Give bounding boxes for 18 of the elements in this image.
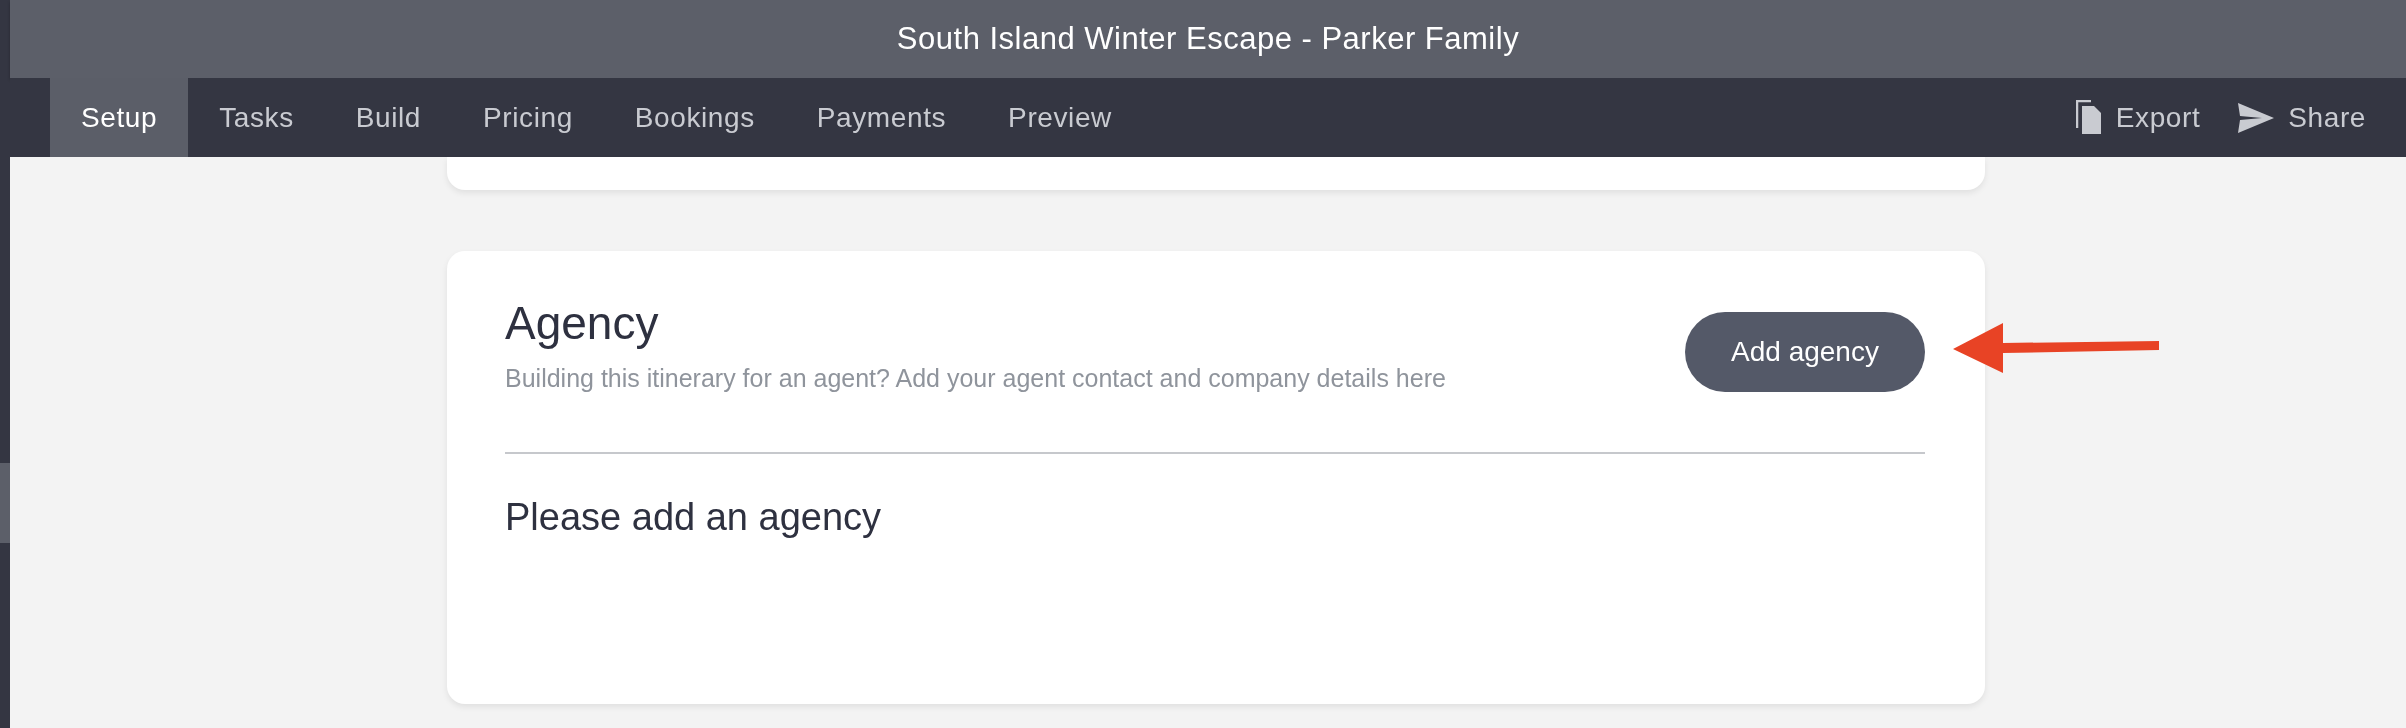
card-title: Agency: [505, 296, 660, 350]
send-icon: [2238, 102, 2275, 133]
scroll-thumb[interactable]: [0, 463, 10, 543]
nav-tab[interactable]: Build: [324, 78, 452, 157]
window-title: South Island Winter Escape - Parker Family: [896, 21, 1520, 57]
nav-tab[interactable]: Setup: [50, 78, 189, 157]
nav-tab[interactable]: Pricing: [452, 78, 604, 157]
nav-tab[interactable]: Preview: [977, 78, 1143, 157]
card-description: Building this itinerary for an agent? Add your agent contact and company details here: [505, 364, 1446, 393]
nav-tab[interactable]: Payments: [785, 78, 978, 157]
export-button[interactable]: Export: [2075, 78, 2201, 157]
nav-tab[interactable]: Bookings: [603, 78, 786, 157]
arrow-icon: [1953, 321, 2161, 373]
share-button[interactable]: Share: [2238, 78, 2366, 157]
document-icon: [2075, 99, 2102, 136]
nav-tab[interactable]: Tasks: [188, 78, 325, 157]
empty-message: Please add an agency: [505, 496, 882, 539]
add-agency-button[interactable]: Add agency: [1685, 312, 1925, 392]
